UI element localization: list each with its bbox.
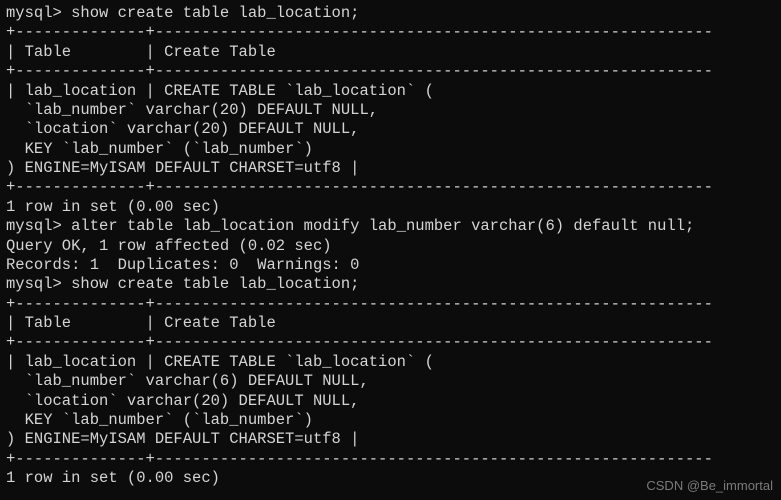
- table-border: +--------------+------------------------…: [6, 23, 775, 42]
- table-header: | Table | Create Table: [6, 314, 775, 333]
- terminal-output[interactable]: mysql> show create table lab_location; +…: [6, 4, 775, 488]
- table-row: KEY `lab_number` (`lab_number`): [6, 140, 775, 159]
- table-row: `location` varchar(20) DEFAULT NULL,: [6, 120, 775, 139]
- table-row: `location` varchar(20) DEFAULT NULL,: [6, 392, 775, 411]
- table-border: +--------------+------------------------…: [6, 178, 775, 197]
- result-status: 1 row in set (0.00 sec): [6, 198, 775, 217]
- terminal-line: mysql> alter table lab_location modify l…: [6, 217, 775, 236]
- result-status: Query OK, 1 row affected (0.02 sec): [6, 237, 775, 256]
- table-header: | Table | Create Table: [6, 43, 775, 62]
- table-row: KEY `lab_number` (`lab_number`): [6, 411, 775, 430]
- terminal-line: mysql> show create table lab_location;: [6, 275, 775, 294]
- terminal-line: mysql> show create table lab_location;: [6, 4, 775, 23]
- table-row: ) ENGINE=MyISAM DEFAULT CHARSET=utf8 |: [6, 430, 775, 449]
- table-border: +--------------+------------------------…: [6, 450, 775, 469]
- watermark: CSDN @Be_immortal: [646, 478, 773, 494]
- table-border: +--------------+------------------------…: [6, 333, 775, 352]
- table-border: +--------------+------------------------…: [6, 62, 775, 81]
- result-status: Records: 1 Duplicates: 0 Warnings: 0: [6, 256, 775, 275]
- table-row: `lab_number` varchar(6) DEFAULT NULL,: [6, 372, 775, 391]
- table-row: `lab_number` varchar(20) DEFAULT NULL,: [6, 101, 775, 120]
- table-row: | lab_location | CREATE TABLE `lab_locat…: [6, 82, 775, 101]
- table-row: | lab_location | CREATE TABLE `lab_locat…: [6, 353, 775, 372]
- table-row: ) ENGINE=MyISAM DEFAULT CHARSET=utf8 |: [6, 159, 775, 178]
- table-border: +--------------+------------------------…: [6, 295, 775, 314]
